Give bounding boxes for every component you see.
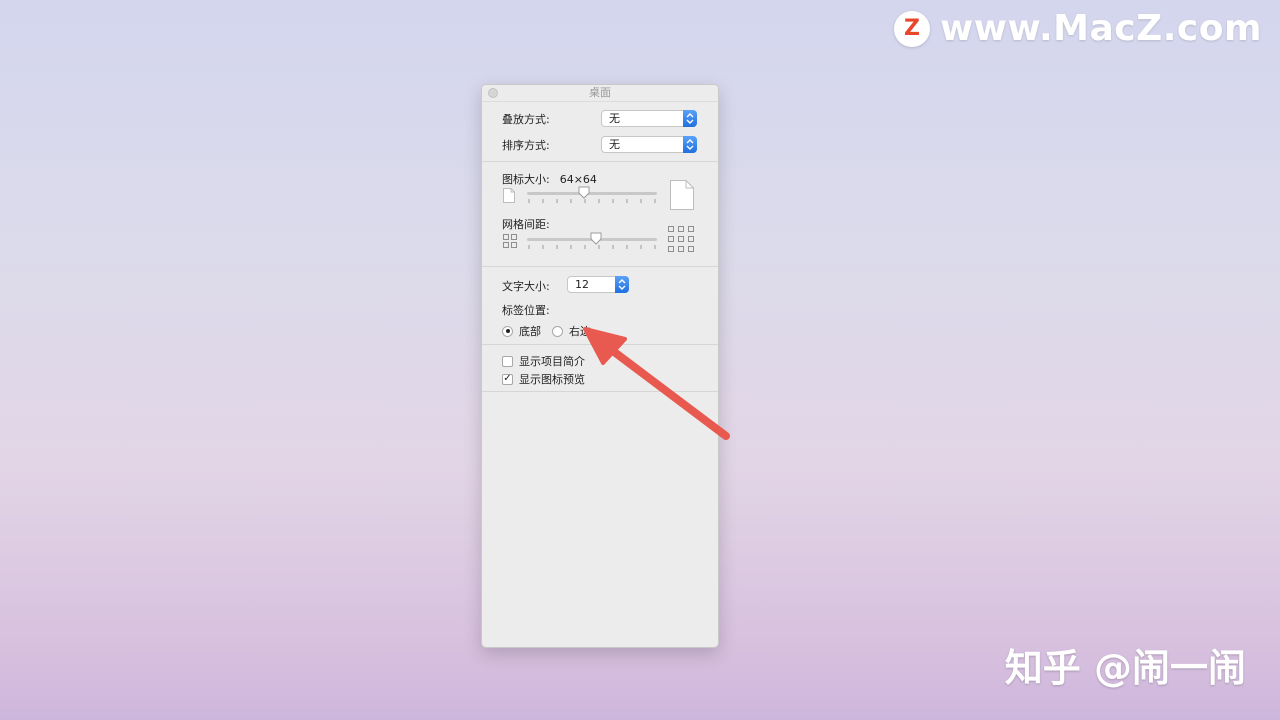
sort-popup[interactable]: 无	[601, 136, 697, 153]
checkbox-show-info[interactable]: 显示项目简介	[502, 353, 585, 369]
sort-stepper-icon	[683, 136, 697, 153]
macz-logo-icon: Z	[894, 10, 931, 47]
title-bar[interactable]: 桌面	[482, 85, 718, 102]
checkbox-icon-preview-box[interactable]: ✓	[502, 373, 513, 385]
close-button[interactable]	[488, 88, 498, 98]
annotation-arrow-icon	[583, 327, 730, 440]
watermark-url: www.MacZ.com	[940, 8, 1262, 49]
watermark-top: Z www.MacZ.com	[894, 8, 1262, 49]
stacking-stepper-icon	[683, 110, 697, 127]
icon-size-slider-thumb[interactable]	[578, 186, 590, 199]
icon-size-label: 图标大小:	[502, 173, 550, 186]
radio-bottom-button[interactable]	[502, 325, 513, 337]
radio-bottom[interactable]: 底部	[502, 323, 541, 339]
grid-spacing-label: 网格间距:	[502, 218, 550, 231]
arrangement-section: 叠放方式: 无 排序方式: 无	[482, 102, 718, 162]
stacking-value: 无	[609, 112, 620, 125]
icon-size-slider[interactable]	[527, 192, 657, 195]
stacking-label: 叠放方式:	[502, 113, 550, 126]
large-document-icon	[670, 180, 694, 210]
checkbox-show-info-box[interactable]	[502, 355, 513, 367]
stacking-popup[interactable]: 无	[601, 110, 697, 127]
window-title: 桌面	[589, 86, 611, 99]
sort-value: 无	[609, 138, 620, 151]
sort-label: 排序方式:	[502, 139, 550, 152]
small-document-icon	[503, 188, 515, 203]
checkbox-icon-preview[interactable]: ✓ 显示图标预览	[502, 371, 585, 387]
size-section: 图标大小: 64×64 网格间距:	[482, 162, 718, 267]
grid-spacing-slider-thumb[interactable]	[590, 232, 602, 245]
label-position-label: 标签位置:	[502, 304, 550, 317]
grid-spacing-ticks	[528, 245, 656, 249]
large-grid-icon	[668, 226, 694, 252]
radio-bottom-label: 底部	[519, 325, 541, 338]
watermark-author: 知乎 @闹一闹	[1004, 646, 1246, 690]
small-grid-icon	[503, 234, 517, 248]
icon-size-value: 64×64	[559, 172, 597, 186]
text-size-popup[interactable]: 12	[567, 276, 629, 293]
text-size-value: 12	[575, 278, 589, 291]
text-size-label: 文字大小:	[502, 280, 550, 293]
icon-size-ticks	[528, 199, 656, 203]
radio-right-button[interactable]	[552, 325, 563, 337]
text-size-stepper-icon	[615, 276, 629, 293]
